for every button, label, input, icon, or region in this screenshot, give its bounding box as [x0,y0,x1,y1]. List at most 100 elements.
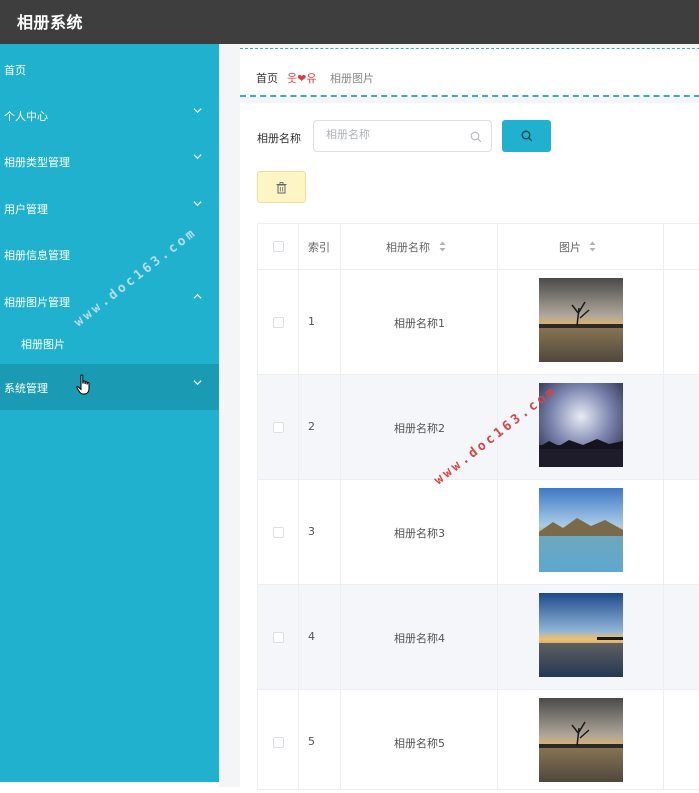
table-row: 2 相册名称2 [257,375,699,480]
checkbox-cell [257,480,299,584]
row-checkbox[interactable] [273,737,284,748]
album-thumbnail[interactable] [539,698,623,782]
row-index: 5 [308,735,315,748]
sidebar-item-label: 用户管理 [4,203,48,216]
more-cell [664,480,699,584]
breadcrumb: 首页 웃❤유 相册图片 [240,48,699,97]
sidebar-item-album-info[interactable]: 相册信息管理 [0,231,219,277]
sidebar: 首页 个人中心 相册类型管理 用户管理 相册信息管理 相册图片管理 相册图片 系… [0,44,219,782]
sidebar-item-album-type[interactable]: 相册类型管理 [0,138,219,184]
table-row: 3 相册名称3 [257,480,699,585]
app-title: 相册系统 [17,13,84,32]
album-thumbnail[interactable] [539,488,623,572]
breadcrumb-current: 相册图片 [330,72,374,85]
row-album-name: 相册名称3 [394,527,445,540]
trash-icon [276,182,287,194]
sidebar-item-home[interactable]: 首页 [0,46,219,92]
name-cell: 相册名称2 [341,375,498,479]
header-album-name: 相册名称 [386,241,430,254]
sidebar-item-personal-center[interactable]: 个人中心 [0,92,219,138]
album-thumbnail[interactable] [539,593,623,677]
row-album-name: 相册名称2 [394,422,445,435]
more-cell [664,585,699,689]
top-bar: 相册系统 [0,0,699,44]
header-index-cell: 索引 [299,224,341,269]
row-index: 4 [308,630,315,643]
checkbox-cell [257,375,299,479]
more-cell [664,270,699,374]
picture-cell [498,375,664,479]
row-checkbox[interactable] [273,527,284,538]
row-checkbox[interactable] [273,632,284,643]
row-album-name: 相册名称5 [394,737,445,750]
index-cell: 1 [299,270,341,374]
search-icon [521,130,533,142]
sidebar-item-label: 相册类型管理 [4,156,70,169]
row-index: 1 [308,315,315,328]
header-picture: 图片 [559,241,581,254]
checkbox-cell [257,690,299,789]
sort-icon[interactable] [439,241,446,252]
table-row: 1 相册名称1 [257,270,699,375]
sidebar-item-label: 相册图片 [21,338,65,351]
more-cell [664,690,699,789]
content-panel: 相册名称 索引 相册名称 图片 [240,103,699,793]
header-name-cell[interactable]: 相册名称 [341,224,498,269]
search-icon [470,131,482,143]
album-thumbnail[interactable] [539,383,623,467]
chevron-up-icon [193,293,202,299]
main-content: 首页 웃❤유 相册图片 相册名称 索引 相册名称 图片 [219,44,699,793]
search-label: 相册名称 [257,132,301,145]
picture-cell [498,270,664,374]
name-cell: 相册名称1 [341,270,498,374]
chevron-down-icon [193,201,202,207]
sidebar-item-system-management[interactable]: 系统管理 [0,364,219,410]
hand-cursor-icon [76,374,90,395]
index-cell: 5 [299,690,341,789]
sort-icon[interactable] [589,241,596,252]
checkbox-cell [257,270,299,374]
table-row: 5 相册名称5 [257,690,699,790]
album-picture-table: 索引 相册名称 图片 1 相册名称1 2 相册名称2 3 相册名称3 4 相册名… [257,223,699,790]
picture-cell [498,690,664,789]
chevron-down-icon [193,380,202,386]
picture-cell [498,585,664,689]
name-cell: 相册名称4 [341,585,498,689]
sidebar-item-label: 相册图片管理 [4,296,70,309]
breadcrumb-separator: 웃❤유 [287,72,317,85]
chevron-down-icon [193,154,202,160]
sidebar-item-label: 个人中心 [4,110,48,123]
row-index: 2 [308,420,315,433]
row-album-name: 相册名称4 [394,632,445,645]
breadcrumb-home[interactable]: 首页 [256,70,278,86]
sidebar-item-label: 首页 [4,64,26,77]
index-cell: 4 [299,585,341,689]
name-cell: 相册名称3 [341,480,498,584]
more-cell [664,375,699,479]
sidebar-item-album-picture-management[interactable]: 相册图片管理 [0,278,219,324]
header-picture-cell[interactable]: 图片 [498,224,664,269]
index-cell: 3 [299,480,341,584]
header-index: 索引 [308,241,330,254]
table-header-row: 索引 相册名称 图片 [257,224,699,270]
row-checkbox[interactable] [273,317,284,328]
name-cell: 相册名称5 [341,690,498,789]
search-button[interactable] [502,120,551,152]
delete-button[interactable] [257,171,306,203]
header-checkbox-cell [257,224,299,269]
sidebar-item-album-picture[interactable]: 相册图片 [0,320,219,366]
select-all-checkbox[interactable] [273,241,284,252]
sidebar-item-user-management[interactable]: 用户管理 [0,185,219,231]
checkbox-cell [257,585,299,689]
row-album-name: 相册名称1 [394,317,445,330]
picture-cell [498,480,664,584]
row-index: 3 [308,525,315,538]
sidebar-item-label: 系统管理 [4,382,48,395]
search-input[interactable] [326,128,466,141]
table-row: 4 相册名称4 [257,585,699,690]
sidebar-item-label: 相册信息管理 [4,249,70,262]
album-name-search-field[interactable] [313,120,492,152]
chevron-down-icon [193,108,202,114]
album-thumbnail[interactable] [539,278,623,362]
row-checkbox[interactable] [273,422,284,433]
